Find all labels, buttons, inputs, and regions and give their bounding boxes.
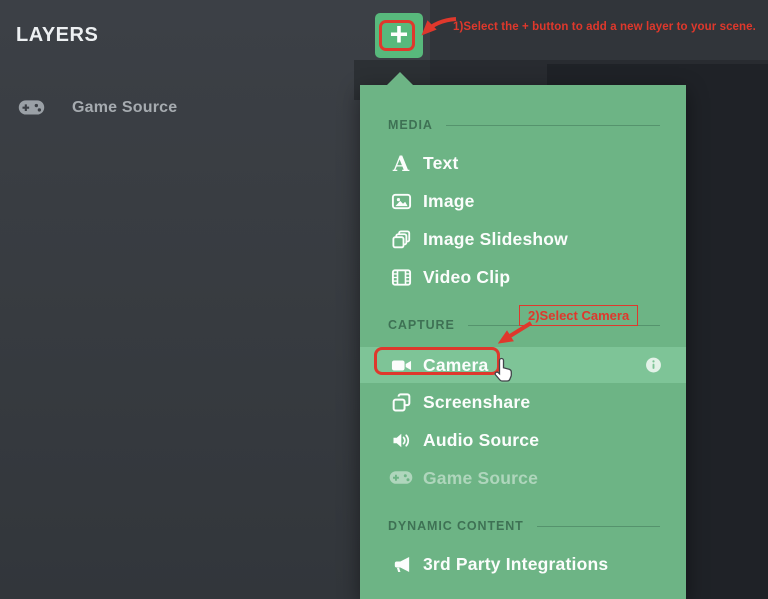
section-header-label: MEDIA [388,118,433,132]
image-slideshow-icon [388,229,414,250]
menu-item-label: Game Source [423,468,538,489]
menu-notch-icon [386,72,414,86]
text-icon: A [388,153,414,174]
app-window: LAYERS Game Source + MEDIAATextImageImag… [0,0,768,599]
menu-item-3rd-party-integrations[interactable]: 3rd Party Integrations [360,545,686,583]
menu-item-screenshare[interactable]: Screenshare [360,383,686,421]
section-header-label: CAPTURE [388,318,455,332]
menu-item-label: Image Slideshow [423,229,568,250]
menu-item-video-clip[interactable]: Video Clip [360,258,686,296]
menu-item-label: Text [423,153,458,174]
video-clip-icon [388,267,414,288]
screenshare-icon [388,392,414,413]
audio-source-icon [388,430,414,451]
layers-panel-title: LAYERS [16,24,98,47]
menu-item-label: Screenshare [423,392,530,413]
annotation-box-plus-button [379,20,415,51]
section-header-label: DYNAMIC CONTENT [388,519,524,533]
menu-body: MEDIA A Text Image Image Slideshow Video Clip… [360,85,686,583]
menu-item-label: Audio Source [423,430,539,451]
section-divider-line [537,526,660,527]
menu-section-header-media: MEDIA [360,106,686,144]
annotation-box-camera-item [374,347,500,375]
menu-item-audio-source[interactable]: Audio Source [360,421,686,459]
layer-item-game-source[interactable]: Game Source [18,99,177,117]
menu-item-image-slideshow[interactable]: Image Slideshow [360,220,686,258]
section-divider-line [446,125,660,126]
info-icon[interactable] [645,357,662,374]
menu-item-image[interactable]: Image [360,182,686,220]
layer-item-label: Game Source [72,99,177,117]
menu-item-label: Image [423,191,475,212]
menu-section-header-dynamic-content: DYNAMIC CONTENT [360,507,686,545]
megaphone-icon [388,554,414,575]
menu-item-label: Video Clip [423,267,510,288]
annotation-step2-label: 2)Select Camera [519,305,638,326]
menu-item-text[interactable]: A Text [360,144,686,182]
image-icon [388,191,414,212]
menu-item-label: 3rd Party Integrations [423,554,608,575]
gamepad-icon [18,99,45,117]
annotation-step1-text: 1)Select the + button to add a new layer… [453,21,756,33]
add-layer-menu: MEDIA A Text Image Image Slideshow Video Clip… [360,85,686,599]
gamepad-icon [388,470,414,486]
menu-item-game-source: Game Source [360,459,686,497]
